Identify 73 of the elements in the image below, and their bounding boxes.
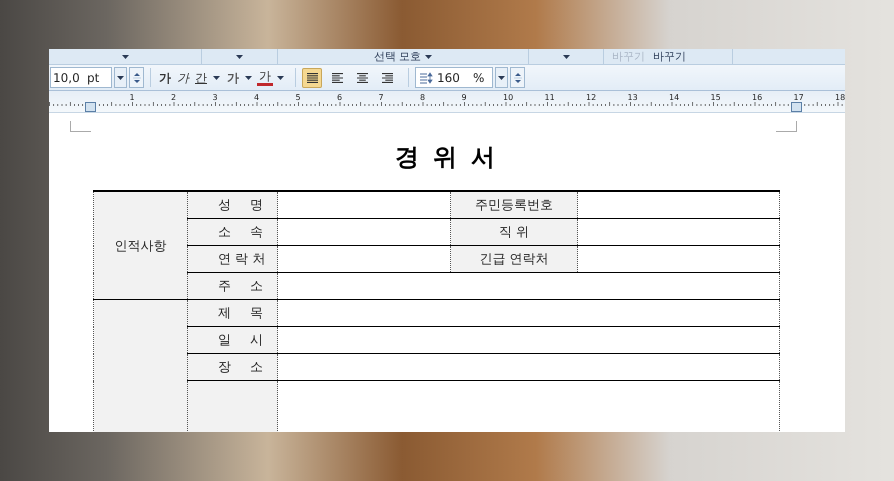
font-size-field[interactable]: 10,0 pt — [50, 67, 112, 88]
indent-marker[interactable] — [85, 102, 96, 112]
font-color-button[interactable]: 가 — [257, 70, 273, 86]
ruler-number: 13 — [628, 93, 638, 102]
label-cell: 주민등록번호 — [450, 191, 578, 218]
ruler-number: 3 — [212, 93, 218, 102]
ruler-number: 11 — [544, 93, 555, 102]
ruler[interactable]: 1 2 3 4 5 6 7 8 9 10 11 12 13 14 15 16 17 18 — [49, 91, 845, 113]
caret-icon[interactable] — [213, 76, 220, 80]
spin-button[interactable] — [129, 67, 144, 88]
selection-mode-dropdown[interactable]: 선택 모호 — [374, 50, 422, 64]
corner-mark — [776, 121, 797, 132]
input-cell[interactable] — [278, 300, 780, 326]
line-spacing-icon — [419, 72, 433, 84]
label-cell: 장 소 — [188, 354, 278, 380]
outline-button[interactable]: 가 — [225, 70, 241, 86]
input-cell[interactable] — [278, 354, 780, 380]
caret-icon[interactable] — [236, 54, 243, 58]
ruler-number: 4 — [254, 93, 260, 102]
label-cell: 소 속 — [188, 218, 278, 246]
ruler-number: 14 — [669, 93, 680, 102]
margin-marker[interactable] — [791, 102, 802, 112]
ruler-number: 5 — [296, 93, 301, 102]
align-lines-icon — [356, 72, 368, 82]
ruler-number: 8 — [420, 93, 426, 102]
caret-icon[interactable] — [498, 76, 505, 80]
input-cell[interactable] — [578, 218, 780, 246]
label-cell: 직 위 — [450, 218, 578, 246]
input-cell[interactable] — [278, 326, 780, 354]
input-cell[interactable] — [278, 191, 450, 218]
label-cell: 연 락 처 — [188, 246, 278, 272]
ruler-number: 12 — [586, 93, 596, 102]
ruler-number: 6 — [337, 93, 342, 102]
caret-icon[interactable] — [562, 54, 570, 58]
caret-icon[interactable] — [117, 76, 124, 80]
input-cell[interactable] — [578, 246, 780, 272]
document-title: 경 위 서 — [394, 144, 500, 173]
ruler-number: 7 — [378, 93, 384, 102]
label-cell: 제 목 — [188, 300, 278, 326]
align-justify-button[interactable] — [302, 68, 322, 88]
caret-icon[interactable] — [245, 76, 252, 80]
italic-button[interactable]: 가 — [175, 70, 191, 86]
caret-icon[interactable] — [122, 54, 128, 58]
spin-button[interactable] — [510, 67, 525, 88]
underline-button[interactable]: 간 — [193, 70, 209, 86]
ruler-number: 15 — [710, 93, 721, 102]
ruler-number: 9 — [462, 93, 467, 102]
ruler-number: 2 — [171, 93, 176, 102]
label-cell: 성 명 — [188, 191, 278, 218]
label-cell: 일 시 — [188, 326, 278, 354]
dropdown-button[interactable] — [114, 67, 127, 88]
line-spacing-field[interactable]: 160 % — [415, 67, 493, 88]
input-cell[interactable] — [278, 272, 780, 300]
input-cell[interactable] — [578, 191, 780, 218]
dropdown-button[interactable] — [495, 67, 508, 88]
ruler-number: 17 — [794, 93, 804, 102]
ruler-number: 10 — [503, 93, 514, 102]
align-lines-icon — [382, 72, 392, 82]
caret-icon[interactable] — [277, 76, 284, 80]
replace-button[interactable]: 바꾸기 — [653, 50, 686, 64]
ruler-number: 1 — [130, 93, 135, 102]
corner-mark — [70, 121, 91, 132]
ruler-number: 18 — [835, 93, 845, 102]
label-cell: 긴급 연락처 — [450, 246, 578, 272]
align-lines-icon — [332, 72, 342, 82]
section-heading-cell: 인적사항 — [94, 191, 188, 300]
bold-button[interactable]: 가 — [157, 70, 173, 86]
input-cell[interactable] — [278, 246, 450, 272]
input-cell[interactable] — [278, 218, 450, 246]
ruler-number: 16 — [752, 93, 762, 102]
label-cell: 주 소 — [188, 272, 278, 300]
align-lines-icon — [306, 72, 318, 82]
caret-icon[interactable] — [425, 54, 432, 58]
